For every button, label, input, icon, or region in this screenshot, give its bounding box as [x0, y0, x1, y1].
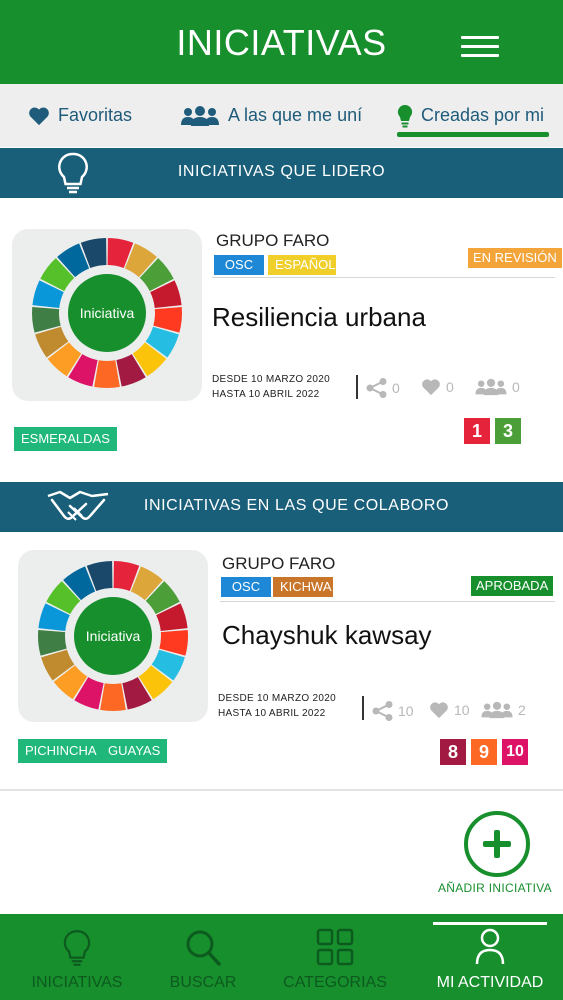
app-root: INICIATIVAS Favoritas A las que me uní C…	[0, 0, 563, 1000]
bottom-navigation: INICIATIVAS BUSCAR CATEGORIAS MI ACTIVID…	[0, 914, 563, 1000]
date-from: DESDE 10 MARZO 2020	[212, 374, 330, 385]
region-tag[interactable]: GUAYAS	[101, 739, 168, 763]
nav-mi-actividad[interactable]: MI ACTIVIDAD	[427, 914, 553, 1000]
tab-creadas-por-mi[interactable]: Creadas por mi	[397, 84, 544, 147]
nav-iniciativas-label: INICIATIVAS	[31, 974, 123, 991]
sdg-badge-3[interactable]: 3	[495, 418, 521, 444]
member-count[interactable]: 2	[480, 701, 526, 719]
date-to: HASTA 10 ABRIL 2022	[218, 708, 326, 719]
tag-language: ESPAÑOL	[268, 255, 336, 275]
member-count-value: 2	[518, 702, 526, 718]
sdg-wheel-image: Iniciativa	[18, 550, 208, 722]
tag-language: KICHWA	[273, 577, 333, 597]
add-initiative-button[interactable]	[464, 811, 530, 877]
tab-bar: Favoritas A las que me uní Creadas por m…	[0, 84, 563, 147]
share-count-value: 10	[398, 703, 414, 719]
tab-a-las-que-me-uni[interactable]: A las que me uní	[180, 84, 362, 147]
search-icon	[184, 928, 222, 973]
organization-name: GRUPO FARO	[222, 554, 336, 573]
grid-icon	[316, 928, 354, 971]
date-from: DESDE 10 MARZO 2020	[218, 693, 336, 704]
tab-favoritas-label: Favoritas	[58, 105, 133, 125]
region-tag[interactable]: ESMERALDAS	[14, 427, 117, 451]
nav-mi-actividad-label: MI ACTIVIDAD	[436, 974, 544, 991]
top-bar: INICIATIVAS	[0, 0, 563, 84]
share-count-value: 0	[392, 380, 400, 396]
heart-icon	[28, 106, 50, 126]
stats-separator	[356, 375, 358, 399]
list-divider	[0, 789, 563, 791]
share-icon	[366, 378, 387, 398]
stats-separator	[362, 696, 364, 720]
group-icon	[481, 701, 513, 719]
date-range: DESDE 10 MARZO 2020 HASTA 10 ABRIL 2022	[218, 691, 336, 721]
region-tag[interactable]: PICHINCHA	[18, 739, 104, 763]
like-count-value: 10	[454, 702, 470, 718]
initiative-title[interactable]: Resiliencia urbana	[212, 302, 426, 333]
sdg-badge-9[interactable]: 9	[471, 739, 497, 765]
hamburger-menu-icon[interactable]	[461, 36, 499, 58]
section-title-lead: INICIATIVAS QUE LIDERO	[177, 163, 386, 180]
like-count[interactable]: 10	[428, 701, 470, 719]
card-divider	[212, 277, 555, 278]
tag-type: OSC	[214, 255, 264, 275]
nav-categorias[interactable]: CATEGORIAS	[274, 914, 396, 1000]
share-count[interactable]: 0	[366, 378, 400, 398]
sdg-badge-10[interactable]: 10	[502, 739, 528, 765]
initiative-card-2[interactable]: Iniciativa GRUPO FARO OSC KICHWA APROBAD…	[0, 532, 563, 788]
card-divider	[220, 601, 555, 602]
sdg-badge-8[interactable]: 8	[440, 739, 466, 765]
nav-iniciativas[interactable]: INICIATIVAS	[20, 914, 134, 1000]
date-to: HASTA 10 ABRIL 2022	[212, 389, 320, 400]
section-header-lead: INICIATIVAS QUE LIDERO	[0, 148, 563, 198]
sdg-badge-1[interactable]: 1	[464, 418, 490, 444]
status-badge: APROBADA	[471, 576, 554, 596]
initiative-title[interactable]: Chayshuk kawsay	[222, 620, 432, 651]
section-header-collab: INICIATIVAS EN LAS QUE COLABORO	[0, 482, 563, 532]
tag-type: OSC	[221, 577, 271, 597]
tab-creadas-por-mi-label: Creadas por mi	[421, 105, 545, 125]
lightbulb-icon	[397, 104, 413, 128]
status-badge: EN REVISIÓN	[468, 248, 562, 268]
nav-categorias-label: CATEGORIAS	[283, 974, 387, 991]
heart-icon	[430, 702, 448, 719]
user-icon	[475, 928, 505, 971]
organization-name: GRUPO FARO	[216, 231, 330, 250]
tab-favoritas[interactable]: Favoritas	[28, 84, 132, 147]
nav-buscar[interactable]: BUSCAR	[160, 914, 246, 1000]
tab-a-las-que-me-uni-label: A las que me uní	[228, 105, 363, 125]
group-icon	[475, 378, 507, 396]
sdg-wheel-segment	[94, 360, 120, 388]
share-count[interactable]: 10	[372, 701, 414, 721]
sdg-wheel-image: Iniciativa	[12, 229, 202, 401]
member-count-value: 0	[512, 379, 520, 395]
share-icon	[372, 701, 393, 721]
initiative-card-1[interactable]: Iniciativa GRUPO FARO OSC ESPAÑOL EN REV…	[0, 198, 563, 482]
nav-buscar-label: BUSCAR	[169, 974, 237, 991]
group-icon	[180, 105, 220, 127]
lightbulb-icon	[62, 928, 92, 973]
date-range: DESDE 10 MARZO 2020 HASTA 10 ABRIL 2022	[212, 372, 330, 402]
wheel-center-label: Iniciativa	[79, 305, 135, 321]
section-title-collab: INICIATIVAS EN LAS QUE COLABORO	[143, 497, 450, 514]
wheel-center-label: Iniciativa	[85, 628, 141, 644]
heart-icon	[422, 379, 440, 396]
active-tab-indicator	[397, 132, 549, 137]
like-count-value: 0	[446, 379, 454, 395]
sdg-wheel-segment	[100, 683, 126, 711]
member-count[interactable]: 0	[474, 378, 520, 396]
like-count[interactable]: 0	[420, 378, 454, 396]
add-initiative-label[interactable]: AÑADIR INICIATIVA	[420, 881, 563, 895]
